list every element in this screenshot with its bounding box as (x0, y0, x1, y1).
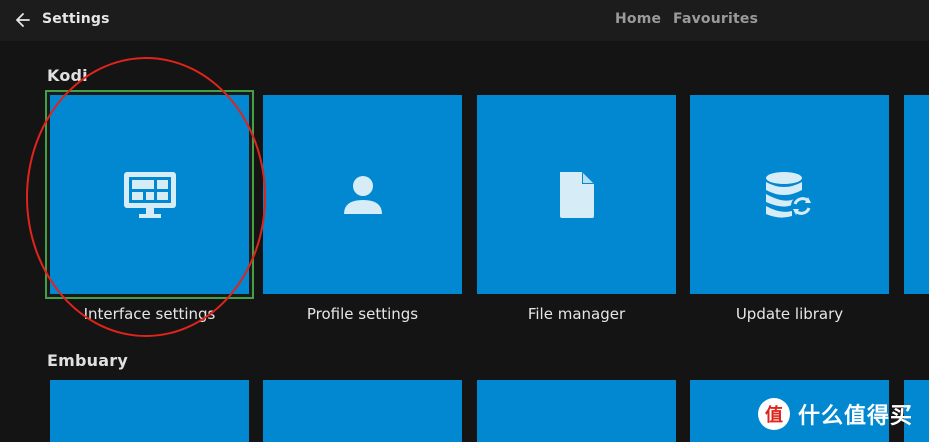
tile-label-file-manager: File manager (527, 305, 626, 323)
tile-interface-settings[interactable] (50, 95, 249, 294)
tile-update-library[interactable] (690, 95, 889, 294)
tile-label-profile-settings: Profile settings (306, 305, 419, 323)
back-button[interactable] (11, 9, 35, 31)
watermark: 值 什么值得买 (758, 396, 913, 432)
top-bar: Settings Home Favourites (0, 0, 929, 41)
tile-label-interface-settings: Interface settings (83, 305, 216, 323)
nav-favourites-link[interactable]: Favourites (673, 11, 758, 27)
section-title-embuary: Embuary (47, 351, 128, 370)
tile-file-manager[interactable] (477, 95, 676, 294)
watermark-text: 什么值得买 (798, 404, 914, 429)
monitor-icon (123, 171, 176, 218)
tile-embuary-2[interactable] (263, 380, 462, 442)
tile-partial[interactable] (904, 95, 929, 294)
watermark-logo: 值 (758, 398, 790, 430)
tile-embuary-1[interactable] (50, 380, 249, 442)
tile-embuary-3[interactable] (477, 380, 676, 442)
page-title: Settings (42, 11, 110, 27)
section-title-kodi: Kodi (47, 66, 88, 85)
user-icon (343, 175, 382, 214)
file-icon (559, 171, 594, 218)
database-sync-icon (765, 171, 813, 218)
tile-label-update-library: Update library (735, 305, 844, 323)
nav-home-link[interactable]: Home (615, 11, 661, 27)
tile-profile-settings[interactable] (263, 95, 462, 294)
arrow-left-icon (16, 13, 30, 27)
